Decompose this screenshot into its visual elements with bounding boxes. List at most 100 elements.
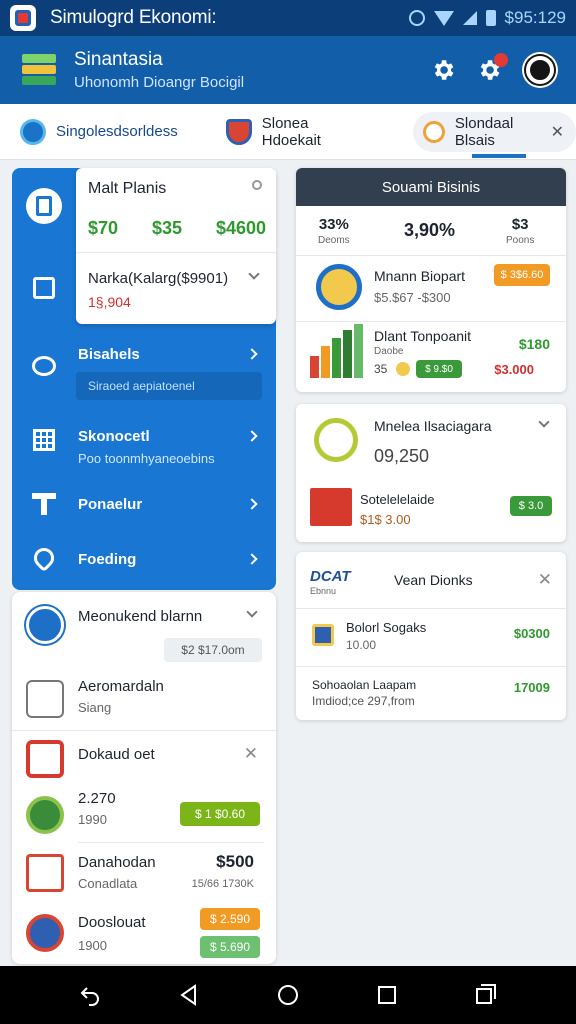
- list-item[interactable]: Dooslouat 1900 $ 2.590 $ 5.690: [12, 904, 276, 962]
- card-number: 09,250: [374, 446, 430, 466]
- wifi-icon: [433, 10, 454, 26]
- app-logo: [22, 52, 58, 88]
- tab-label: Slondaal Blsais: [454, 114, 514, 149]
- list-item[interactable]: Danahodan Conadlata $500 15/66 1730K: [12, 846, 276, 902]
- nav-item-label: Bisahels: [78, 346, 140, 363]
- heart-icon: [26, 540, 62, 576]
- tab-slondaal-blsais[interactable]: Slondaal Blsais ✕: [412, 111, 576, 152]
- list-item-sub: Siang: [78, 700, 112, 715]
- list-item[interactable]: Meonukend blarnn $2 $17.0om: [12, 592, 276, 662]
- stat-value: 33%: [318, 216, 349, 233]
- amount-pill: $ 3.0: [510, 496, 552, 516]
- divider: [296, 608, 566, 609]
- recents-icon[interactable]: [374, 982, 400, 1008]
- divider: [78, 842, 264, 843]
- close-icon[interactable]: ✕: [244, 744, 258, 764]
- tab-label: Singolesdsorldess: [56, 123, 178, 140]
- stat-label: Poons: [506, 235, 535, 246]
- list-item-title: Danahodan: [78, 854, 156, 871]
- home-icon[interactable]: [275, 982, 301, 1008]
- business-summary-card: Souami Bisinis 33% Deoms 3,90% $3 Poons …: [296, 168, 566, 392]
- pencil-icon: [26, 606, 64, 644]
- nav-item-bisahels[interactable]: Bisahels: [78, 346, 140, 363]
- chevron-down-icon[interactable]: [538, 416, 550, 428]
- list-item-title: Dooslouat: [78, 914, 146, 931]
- screenshot-icon[interactable]: [473, 982, 499, 1008]
- list-item[interactable]: Dlant Tonpoanit Daobe $180 35 $ 9.$0 $3.…: [296, 324, 566, 388]
- card-title: Vean Dionks: [394, 572, 473, 588]
- item-value-secondary: $3.000: [494, 362, 534, 377]
- plan-value: $70: [88, 218, 119, 238]
- chevron-down-icon[interactable]: [248, 268, 260, 280]
- settings-gear-icon[interactable]: [430, 57, 456, 83]
- battery-icon: [485, 10, 496, 26]
- brand-logo-icon: [316, 264, 362, 310]
- status-clock: $95:129: [504, 8, 566, 27]
- chevron-right-icon: [246, 553, 258, 565]
- list-item[interactable]: Sotelelelaide $1$ 3.00 $ 3.0: [296, 484, 566, 538]
- divider: [76, 252, 276, 253]
- list-item[interactable]: 2.270 1990 $ 1 $0.60: [12, 786, 276, 846]
- back-triangle-icon[interactable]: [176, 982, 202, 1008]
- rocket-icon: [26, 914, 64, 952]
- chevron-down-icon[interactable]: [246, 606, 258, 618]
- list-item-title: Mnann Biopart: [374, 268, 466, 284]
- sale-tag-icon: [310, 488, 352, 526]
- list-item-sub: 1990: [78, 812, 107, 827]
- stat: 3,90%: [404, 220, 455, 241]
- plans-values: $70 $35 $4600: [88, 218, 266, 239]
- nav-item-foeding[interactable]: Foeding: [78, 551, 136, 568]
- card-title: Mnelea Ilsaciagara: [374, 418, 492, 434]
- tab-slonea-hdoekait[interactable]: Slonea Hdoekait: [214, 112, 383, 152]
- stat: 33% Deoms: [318, 216, 350, 246]
- active-tab-indicator: [472, 154, 526, 158]
- left-list-card: Meonukend blarnn $2 $17.0om Aeromardaln …: [12, 592, 276, 964]
- stats-row: 33% Deoms 3,90% $3 Poons: [296, 206, 566, 256]
- tab-bar: Singolesdsorldess Slonea Hdoekait Slonda…: [0, 104, 576, 160]
- list-item-title: 2.270: [78, 790, 116, 807]
- nav-item-label: Foeding: [78, 551, 137, 568]
- dcat-logo: DCAT: [310, 568, 351, 585]
- list-item-value: 17009: [513, 680, 550, 695]
- tab-close-icon[interactable]: ✕: [551, 122, 564, 142]
- list-item[interactable]: Mnann Biopart $5.$67 -$300 $ 3$6.60: [296, 258, 566, 322]
- grid-icon: [26, 422, 62, 458]
- close-icon[interactable]: ✕: [538, 570, 552, 590]
- tab-label: Slonea Hdoekait: [261, 114, 321, 149]
- amount-pill: $ 9.$0: [416, 360, 462, 378]
- chip-icon: [26, 796, 64, 834]
- back-arrow-icon[interactable]: [77, 982, 103, 1008]
- amount-badge: $ 3$6.60: [494, 264, 550, 286]
- nav-item-ponaelur[interactable]: Ponaelur: [78, 496, 142, 513]
- app-icon: [10, 5, 36, 31]
- list-item-sub: Imdiod;ce 297,from: [312, 694, 415, 708]
- nav-item-sub-box[interactable]: Siraoed aepiatoenel: [76, 372, 262, 400]
- nav-item-skonocetl[interactable]: Skonocetl Poo toonmhyaneoebins: [78, 428, 215, 466]
- list-item[interactable]: Aeromardaln Siang: [12, 670, 276, 730]
- divider: [296, 666, 566, 667]
- notification-gear-icon[interactable]: [476, 53, 508, 83]
- system-nav-bar: [0, 966, 576, 1024]
- plan-value: $4600: [215, 218, 266, 238]
- avatar[interactable]: [522, 52, 558, 88]
- tab-singolesdsorldess[interactable]: Singolesdsorldess: [8, 112, 190, 152]
- list-item[interactable]: Dokaud oet ✕: [12, 732, 276, 782]
- shield-icon: [225, 118, 252, 145]
- list-item[interactable]: Bolorl Sogaks 10.00 $0300: [296, 612, 566, 664]
- stat-label: Deoms: [318, 235, 350, 246]
- list-item-title: Dlant Tonpoanit: [374, 328, 472, 344]
- list-item-value: $0300: [513, 626, 550, 641]
- plans-card[interactable]: Malt Planis $70 $35 $4600 Narka(Kalarg($…: [76, 168, 276, 324]
- divider: [12, 730, 276, 731]
- list-item-title: Dokaud oet: [78, 746, 155, 763]
- calendar-icon: [26, 854, 64, 892]
- status-app-title: Simulogrd Ekonomi:: [50, 7, 217, 28]
- list-item[interactable]: Sohoaolan Laapam Imdiod;ce 297,from 1700…: [296, 670, 566, 716]
- stat-value: $3: [511, 216, 529, 233]
- notification-badge: [494, 53, 508, 67]
- coin-icon: [396, 362, 410, 376]
- chat-bubble-icon: [26, 348, 62, 384]
- stat: $3 Poons: [506, 216, 534, 246]
- plans-sub-title: Narka(Kalarg($9901): [88, 270, 229, 287]
- list-item-title: Meonukend blarnn: [78, 608, 203, 625]
